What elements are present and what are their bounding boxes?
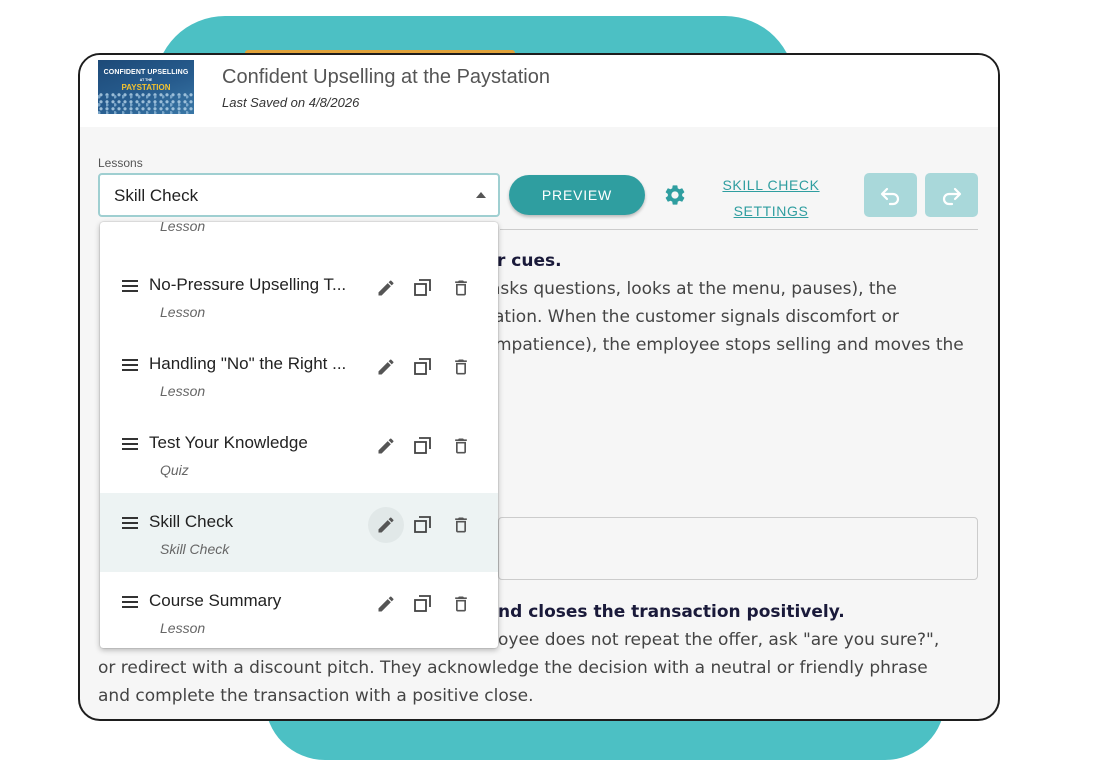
trash-icon[interactable] [451, 436, 471, 456]
lesson-item-name: Course Summary [149, 591, 282, 610]
criterion-notes-field[interactable] [498, 517, 978, 580]
thumbnail-title-line2: AT THE [139, 78, 153, 82]
trash-icon[interactable] [451, 594, 471, 614]
drag-handle-icon[interactable] [122, 595, 138, 609]
duplicate-icon[interactable] [413, 436, 433, 456]
lesson-item[interactable]: Test Your Knowledge Quiz [100, 414, 498, 493]
partial-item-type: Lesson [160, 222, 206, 234]
edit-icon[interactable] [368, 428, 404, 464]
lesson-item[interactable]: Course Summary Lesson [100, 572, 498, 648]
gear-icon[interactable] [663, 183, 687, 207]
undo-button[interactable] [864, 173, 917, 217]
duplicate-icon[interactable] [413, 357, 433, 377]
undo-icon [880, 187, 900, 206]
criterion2-heading: nd closes the transaction positively. [498, 602, 845, 622]
lesson-item-name: Handling "No" the Right ... [149, 354, 347, 373]
drag-handle-icon[interactable] [122, 437, 138, 451]
redo-button[interactable] [925, 173, 978, 217]
edit-icon[interactable] [368, 507, 404, 543]
edit-icon[interactable] [368, 349, 404, 385]
drag-handle-icon[interactable] [122, 358, 138, 372]
trash-icon[interactable] [451, 515, 471, 535]
criterion2-text-line3: and complete the transaction with a posi… [98, 686, 534, 706]
lesson-item-name: No-Pressure Upselling T... [149, 275, 347, 294]
last-saved-status: Last Saved on 4/8/2026 [222, 95, 360, 110]
lesson-select-value: Skill Check [114, 186, 199, 205]
lessons-label: Lessons [98, 156, 143, 170]
thumbnail-title-line3: PAYSTATION [121, 83, 171, 92]
lesson-item-type: Skill Check [160, 541, 230, 557]
settings-link-line2: SETTINGS [733, 203, 809, 219]
drag-handle-icon[interactable] [122, 516, 138, 530]
redo-icon [942, 187, 962, 206]
criterion1-text-line1: asks questions, looks at the menu, pause… [490, 279, 897, 299]
chevron-up-icon [476, 192, 486, 198]
lesson-item-type: Lesson [160, 304, 206, 320]
thumbnail-crowd-pattern [98, 92, 194, 114]
lesson-item-selected[interactable]: Skill Check Skill Check [100, 493, 498, 572]
trash-icon[interactable] [451, 357, 471, 377]
criterion1-text-line3: mpatience), the employee stops selling a… [495, 335, 964, 355]
edit-icon[interactable] [368, 586, 404, 622]
content-divider [500, 229, 978, 230]
lesson-select[interactable]: Skill Check [98, 173, 500, 217]
duplicate-icon[interactable] [413, 278, 433, 298]
lesson-item-type: Lesson [160, 383, 206, 399]
skill-check-settings-link[interactable]: SKILL CHECK SETTINGS [705, 172, 837, 224]
lesson-dropdown-menu: Lesson No-Pressure Upselling T... Lesson… [100, 222, 498, 648]
criterion2-text-line2: or redirect with a discount pitch. They … [98, 658, 928, 678]
lesson-item-type: Quiz [160, 462, 189, 478]
course-thumbnail: CONFIDENT UPSELLING AT THE PAYSTATION [98, 60, 194, 114]
app-header: CONFIDENT UPSELLING AT THE PAYSTATION Co… [80, 55, 998, 127]
thumbnail-title-line1: CONFIDENT UPSELLING [103, 69, 189, 76]
course-title: Confident Upselling at the Paystation [222, 66, 550, 88]
lesson-item-name: Test Your Knowledge [149, 433, 308, 452]
duplicate-icon[interactable] [413, 594, 433, 614]
settings-link-line1: SKILL CHECK [722, 177, 820, 193]
lesson-item-type: Lesson [160, 620, 206, 636]
criterion1-heading: r cues. [497, 251, 562, 271]
lesson-item[interactable]: Handling "No" the Right ... Lesson [100, 335, 498, 414]
edit-icon[interactable] [368, 270, 404, 306]
trash-icon[interactable] [451, 278, 471, 298]
duplicate-icon[interactable] [413, 515, 433, 535]
preview-button[interactable]: PREVIEW [509, 175, 645, 215]
criterion2-text-line1: oyee does not repeat the offer, ask "are… [498, 630, 940, 650]
lesson-item-name: Skill Check [149, 512, 234, 531]
lesson-item[interactable]: No-Pressure Upselling T... Lesson [100, 256, 498, 335]
drag-handle-icon[interactable] [122, 279, 138, 293]
criterion1-text-line2: ation. When the customer signals discomf… [494, 307, 899, 327]
